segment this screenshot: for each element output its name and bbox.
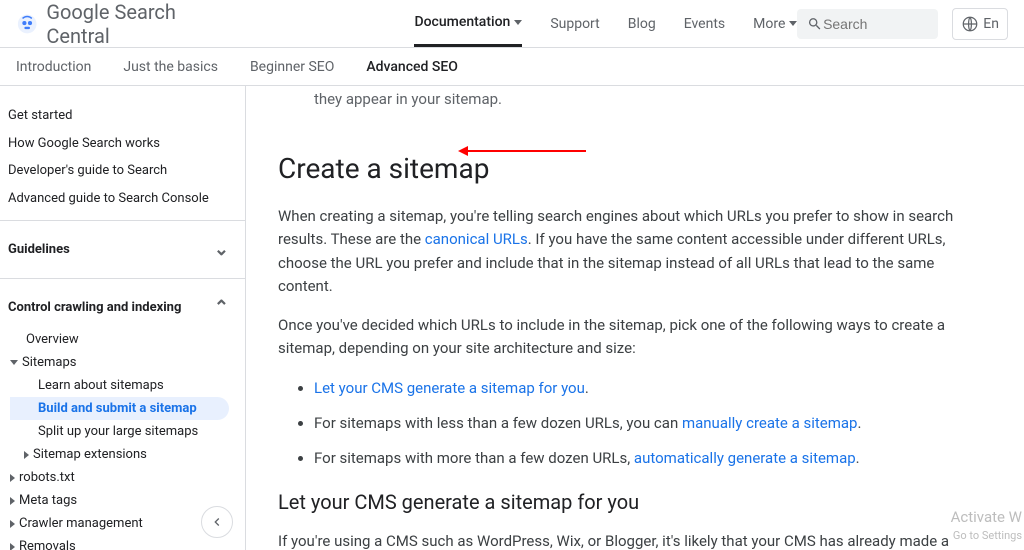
tab-introduction[interactable]: Introduction [16,59,91,75]
paragraph: When creating a sitemap, you're telling … [278,205,992,298]
caret-right-icon [24,451,29,459]
divider [0,220,245,221]
collapse-sidebar-button[interactable] [201,506,233,538]
search-icon [807,15,823,33]
caret-right-icon [10,520,15,528]
link-manual-create[interactable]: manually create a sitemap [682,414,858,432]
doc-tabs: Introduction Just the basics Beginner SE… [0,48,1024,86]
list-item: For sitemaps with more than a few dozen … [314,447,992,470]
chevron-down-icon [789,21,797,26]
search-input[interactable] [823,16,928,32]
caret-right-icon [10,543,15,550]
primary-nav: Documentation Support Blog Events More [414,0,797,47]
prev-paragraph-tail: they appear in your sitemap. [278,86,992,132]
nav-support[interactable]: Support [550,0,599,47]
list-item: Let your CMS generate a sitemap for you. [314,377,992,400]
heading-create-sitemap: Create a sitemap [278,152,992,185]
tab-just-the-basics[interactable]: Just the basics [123,59,218,75]
caret-down-icon [10,360,18,365]
chevron-down-icon [514,20,522,25]
nav-blog[interactable]: Blog [628,0,656,47]
sidebar-sitemap-extensions[interactable]: Sitemap extensions [10,443,245,466]
brand-text: Google Search Central [46,0,204,48]
paragraph: Once you've decided which URLs to includ… [278,314,992,361]
caret-right-icon [10,497,15,505]
google-search-central-icon [16,10,38,38]
sidebar-sitemaps[interactable]: Sitemaps [10,351,245,374]
globe-icon [961,15,979,33]
sidebar-robots-txt[interactable]: robots.txt [10,466,245,489]
search-box[interactable] [797,9,938,39]
sidebar-overview[interactable]: Overview [10,328,245,351]
link-cms-generate[interactable]: Let your CMS generate a sitemap for you [314,379,585,397]
sidebar-split-large-sitemaps[interactable]: Split up your large sitemaps [10,420,245,443]
caret-right-icon [10,474,15,482]
nav-more[interactable]: More [753,0,797,47]
paragraph: If you're using a CMS such as WordPress,… [278,530,992,550]
top-header: Google Search Central Documentation Supp… [0,0,1024,48]
sidebar-developers-guide[interactable]: Developer's guide to Search [0,157,245,185]
language-selector[interactable]: En [952,8,1008,40]
link-canonical-urls[interactable]: canonical URLs [425,230,528,248]
divider [0,278,245,279]
main-content: they appear in your sitemap. Create a si… [246,86,1024,550]
sidebar-build-submit-sitemap[interactable]: Build and submit a sitemap [10,397,229,420]
chevron-up-icon: ⌃ [214,297,229,318]
tab-beginner-seo[interactable]: Beginner SEO [250,59,334,75]
heading-cms-generate: Let your CMS generate a sitemap for you [278,490,992,514]
sidebar-advanced-guide[interactable]: Advanced guide to Search Console [0,185,245,213]
chevron-down-icon: ⌄ [214,239,229,260]
sidebar-group-guidelines[interactable]: Guidelines ⌄ [0,229,245,270]
sidebar-group-crawling[interactable]: Control crawling and indexing ⌃ [0,287,245,328]
link-auto-generate[interactable]: automatically generate a sitemap [634,449,856,467]
sidebar: Get started How Google Search works Deve… [0,86,246,550]
chevron-left-icon [209,514,225,530]
sidebar-learn-about-sitemaps[interactable]: Learn about sitemaps [10,374,245,397]
sidebar-get-started[interactable]: Get started [0,102,245,130]
language-label: En [983,16,999,32]
sidebar-how-search-works[interactable]: How Google Search works [0,130,245,158]
tab-advanced-seo[interactable]: Advanced SEO [366,59,458,75]
list-item: For sitemaps with less than a few dozen … [314,412,992,435]
nav-documentation[interactable]: Documentation [414,0,522,47]
sidebar-removals[interactable]: Removals [10,535,245,550]
nav-events[interactable]: Events [684,0,725,47]
sitemap-options-list: Let your CMS generate a sitemap for you.… [278,377,992,471]
brand-logo[interactable]: Google Search Central [16,0,204,48]
